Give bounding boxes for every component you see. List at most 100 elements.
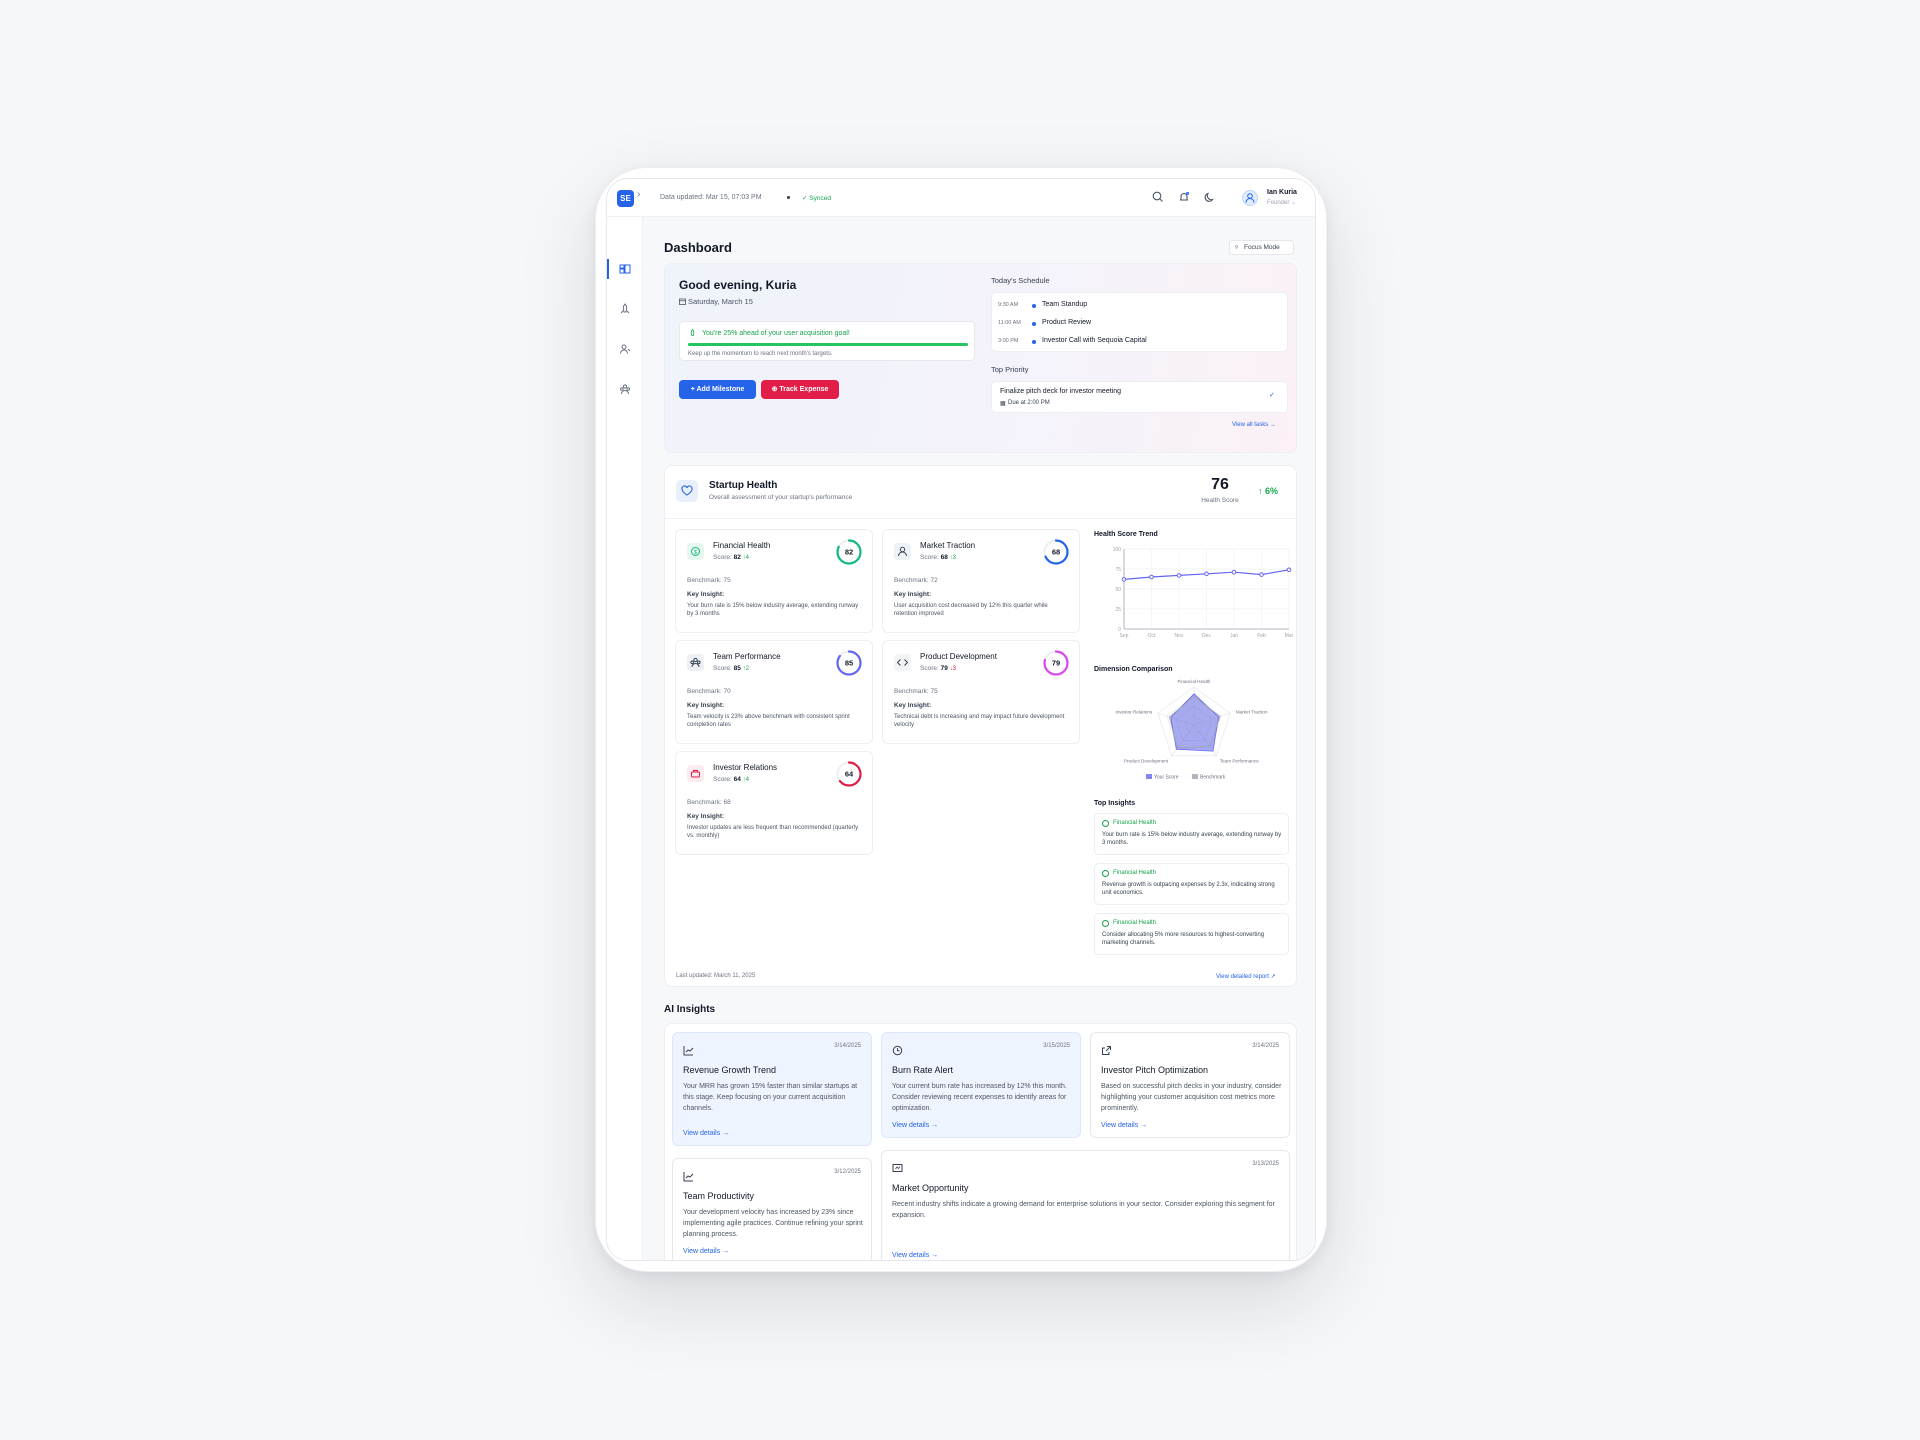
last-updated: Last updated: March 11, 2025 <box>676 973 756 979</box>
view-report-label: View detailed report <box>1216 974 1269 980</box>
app-logo[interactable]: SE <box>617 190 634 207</box>
card-score-label: Score: <box>713 776 732 783</box>
health-card-market[interactable]: Market Traction Score: 68 ↑3 68 Benchmar… <box>882 529 1080 633</box>
health-card-financial[interactable]: $ Financial Health Score: 82 ↑4 82 Bench… <box>675 529 873 633</box>
top-bar: SE › Data updated: Mar 15, 07:03 PM ✓ Sy… <box>607 179 1315 217</box>
ai-card-revenue-growth[interactable]: 3/14/2025 Revenue Growth Trend Your MRR … <box>672 1032 872 1146</box>
health-card-investor[interactable]: Investor Relations Score: 64 ↑4 64 Bench… <box>675 751 873 855</box>
view-details-link[interactable]: View details → <box>683 1248 729 1255</box>
sidebar <box>607 217 643 1260</box>
ai-insights-title: AI Insights <box>664 1004 716 1015</box>
ai-card-investor-pitch[interactable]: 3/14/2025 Investor Pitch Optimization Ba… <box>1090 1032 1290 1138</box>
startup-health-panel: Startup Health Overall assessment of you… <box>664 465 1298 987</box>
user-icon <box>1245 193 1255 203</box>
data-point <box>1149 574 1154 580</box>
info-icon <box>1102 920 1109 927</box>
users-icon[interactable] <box>619 343 631 355</box>
dollar-icon: ⊕ <box>771 386 778 393</box>
view-all-tasks-link[interactable]: View all tasks → <box>1232 422 1276 428</box>
key-insight-text: Technical debt is increasing and may imp… <box>894 714 1065 728</box>
health-card-product[interactable]: Product Development Score: 79 ↓3 79 Benc… <box>882 640 1080 744</box>
card-score-label: Score: <box>713 554 732 561</box>
chevron-right-icon[interactable]: › <box>637 189 640 200</box>
key-insight-label: Key Insight: <box>687 702 725 709</box>
user-role[interactable]: Founder ⌄ <box>1267 199 1296 206</box>
view-details-link[interactable]: View details → <box>1101 1122 1147 1129</box>
user-avatar[interactable] <box>1242 190 1258 206</box>
focus-mode-label: Focus Mode <box>1244 244 1280 251</box>
view-detailed-report-link[interactable]: View detailed report ↗ <box>1216 973 1276 980</box>
card-score: Score: 85 ↑2 <box>713 665 749 672</box>
info-icon <box>1102 820 1109 827</box>
card-score-delta: ↑2 <box>742 666 749 672</box>
ai-card-date: 3/14/2025 <box>1252 1043 1279 1049</box>
ai-card-title: Revenue Growth Trend <box>683 1065 777 1075</box>
health-score-label: Health Score <box>1201 497 1239 504</box>
view-details-link[interactable]: View details → <box>892 1252 938 1259</box>
divider <box>665 518 1298 519</box>
schedule-time: 9:30 AM <box>998 302 1019 308</box>
track-expense-button[interactable]: ⊕ Track Expense <box>761 380 839 399</box>
page-title: Dashboard <box>664 240 732 255</box>
goal-title: You're 25% ahead of your user acquisitio… <box>702 330 850 337</box>
ai-card-market-opportunity[interactable]: 3/13/2025 Market Opportunity Recent indu… <box>881 1150 1290 1260</box>
moon-icon[interactable] <box>1203 190 1217 204</box>
ai-card-team-productivity[interactable]: 3/12/2025 Team Productivity Your develop… <box>672 1158 872 1260</box>
bell-icon[interactable] <box>1177 190 1191 204</box>
ai-card-date: 3/13/2025 <box>1252 1161 1279 1167</box>
score-ring: 79 <box>1043 650 1069 676</box>
x-tick-label: Sep <box>1120 633 1129 639</box>
insight-tag: Financial Health <box>1113 870 1157 876</box>
score-ring: 82 <box>836 539 862 565</box>
heart-icon <box>676 480 698 502</box>
search-icon[interactable] <box>1151 190 1165 204</box>
ai-card-text: Your development velocity has increased … <box>683 1209 863 1238</box>
card-score-value: 79 <box>940 665 948 672</box>
card-score-value: 82 <box>733 554 741 561</box>
line-chart-icon <box>683 1046 694 1056</box>
ai-card-text: Recent industry shifts indicate a growin… <box>892 1201 1275 1219</box>
score-ring-value: 82 <box>845 548 853 557</box>
rocket-icon[interactable] <box>619 303 631 315</box>
app-screen: SE › Data updated: Mar 15, 07:03 PM ✓ Sy… <box>606 178 1316 1261</box>
y-tick-label: 25 <box>1115 607 1121 613</box>
x-tick-label: Oct <box>1148 633 1156 639</box>
insight-card[interactable]: Financial Health Your burn rate is 15% be… <box>1094 813 1289 855</box>
radar-chart-title: Dimension Comparison <box>1094 666 1173 673</box>
card-title: Team Performance <box>713 652 781 661</box>
add-milestone-button[interactable]: + Add Milestone <box>679 380 756 399</box>
x-tick-label: Dec <box>1202 633 1211 639</box>
card-score-value: 64 <box>733 776 741 783</box>
insight-card[interactable]: Financial Health Consider allocating 5% m… <box>1094 913 1289 955</box>
health-card-team[interactable]: Team Performance Score: 85 ↑2 85 Benchma… <box>675 640 873 744</box>
team-icon <box>687 654 704 671</box>
data-point <box>1231 569 1237 575</box>
ai-card-title: Burn Rate Alert <box>892 1065 954 1075</box>
y-tick-label: 100 <box>1113 547 1122 553</box>
dashboard-icon[interactable] <box>619 263 631 275</box>
view-details-link[interactable]: View details → <box>683 1130 729 1137</box>
focus-mode-button[interactable]: ▿ Focus Mode <box>1229 240 1294 255</box>
check-icon[interactable]: ✓ <box>1269 391 1275 399</box>
key-insight-text: Investor updates are less frequent than … <box>687 825 859 839</box>
data-point <box>1259 572 1264 577</box>
schedule-dot <box>1032 340 1036 344</box>
top-priority-task[interactable]: Finalize pitch deck for investor meeting… <box>991 381 1288 413</box>
team-icon[interactable] <box>619 383 631 395</box>
view-details-link[interactable]: View details → <box>892 1122 938 1129</box>
user-name[interactable]: Ian Kuria <box>1267 189 1297 196</box>
key-insight-text: User acquisition cost decreased by 12% t… <box>894 603 1048 617</box>
card-benchmark: Benchmark: 75 <box>687 577 731 584</box>
key-insight-label: Key Insight: <box>894 702 932 709</box>
card-title: Market Traction <box>920 541 976 550</box>
schedule-list: 9:30 AM Team Standup 11:00 AM Product Revi… <box>991 292 1288 352</box>
svg-text:$: $ <box>694 550 697 556</box>
card-score-delta: ↓3 <box>949 666 956 672</box>
sync-status: ✓ Synced <box>802 195 831 202</box>
insight-card[interactable]: Financial Health Revenue growth is outpac… <box>1094 863 1289 905</box>
health-trend-chart: 0255075100Sep Oct Nov Dec Jan Feb Mar <box>1113 547 1294 639</box>
priority-due: Due at 2:00 PM <box>1008 400 1050 406</box>
x-tick-label: Mar <box>1285 633 1294 639</box>
data-point <box>1176 573 1182 578</box>
ai-card-burn-rate[interactable]: 3/15/2025 Burn Rate Alert Your current b… <box>881 1032 1081 1138</box>
